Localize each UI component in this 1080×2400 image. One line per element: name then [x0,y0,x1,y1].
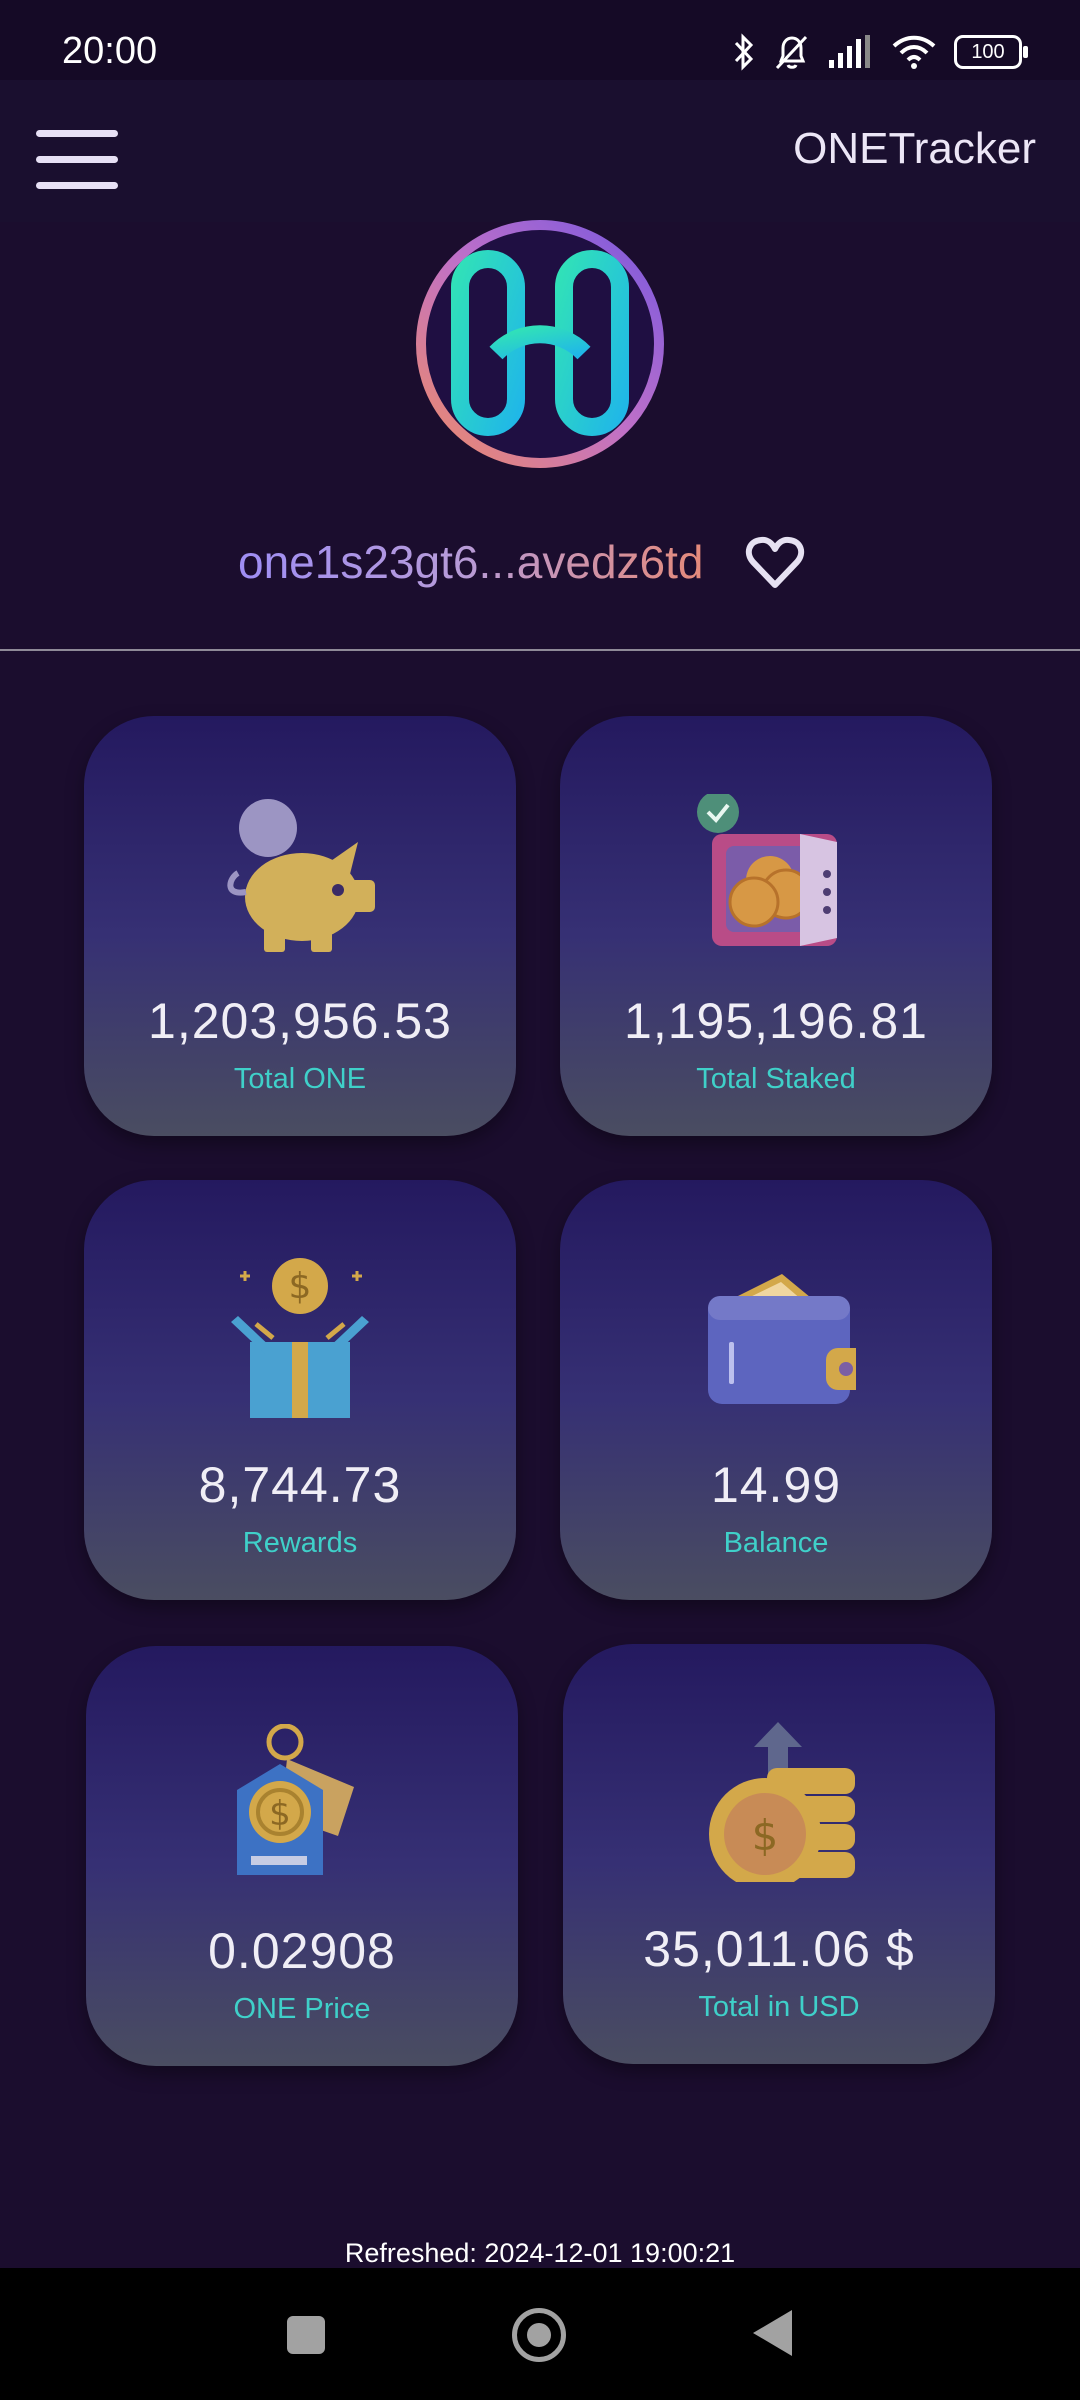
menu-icon-line [36,182,118,189]
card-value: 1,203,956.53 [148,993,452,1049]
card-rewards[interactable]: $ 8,744.73 Rewards [84,1180,516,1600]
refreshed-timestamp: Refreshed: 2024-12-01 19:00:21 [344,2238,736,2268]
safe-icon [697,794,837,946]
app-title: ONETracker [793,124,1036,173]
menu-icon [36,130,118,137]
app-bar: ONETracker [0,80,1080,222]
card-one-price[interactable]: $ 0.02908 ONE Price [86,1646,518,2066]
wallet-address[interactable]: one1s23gt6...avedz6td [238,535,703,589]
card-label: Total ONE [233,1063,367,1095]
bell-off-icon [775,35,808,70]
wifi-icon [892,35,936,69]
square-icon[interactable] [287,2316,325,2354]
wallet-row: one1s23gt6...avedz6td [0,535,1080,605]
gift-box-icon: $ [231,1258,369,1418]
card-label: ONE Price [233,1993,371,2025]
bluetooth-icon [734,33,754,71]
card-balance[interactable]: 14.99 Balance [560,1180,992,1600]
signal-icon [829,35,870,68]
divider [0,649,1080,651]
card-total-usd[interactable]: $ 35,011.06 $ Total in USD [563,1644,995,2064]
price-tag-icon: $ [237,1724,354,1875]
card-value: 35,011.06 $ [643,1921,915,1977]
card-value: 1,195,196.81 [624,993,928,1049]
favorite-button[interactable] [745,535,805,591]
svg-text:$: $ [289,1266,312,1307]
card-value: 14.99 [710,1457,842,1513]
svg-text:$: $ [269,1794,291,1834]
card-label: Rewards [242,1527,358,1559]
wallet-icon [708,1274,856,1404]
card-label: Balance [723,1527,829,1559]
menu-icon-line [36,156,118,163]
status-bar: 20:00 100 [0,0,1080,80]
card-label: Total Staked [696,1063,856,1095]
back-icon[interactable] [753,2310,792,2356]
card-total-staked[interactable]: 1,195,196.81 Total Staked [560,716,992,1136]
svg-text:$: $ [752,1811,779,1860]
home-icon[interactable] [512,2308,566,2362]
menu-button[interactable] [36,130,120,192]
card-label: Total in USD [698,1991,860,2023]
card-total-one[interactable]: 1,203,956.53 Total ONE [84,716,516,1136]
piggy-bank-icon [227,799,375,952]
harmony-logo [416,220,664,468]
coins-upload-icon: $ [709,1722,855,1882]
status-icons: 100 [732,28,1028,76]
heart-outline-icon [745,536,805,588]
card-value: 0.02908 [208,1923,396,1979]
harmony-logo-icon [416,220,664,468]
status-time: 20:00 [62,30,158,72]
battery-icon: 100 [954,35,1028,69]
card-value: 8,744.73 [198,1457,402,1513]
